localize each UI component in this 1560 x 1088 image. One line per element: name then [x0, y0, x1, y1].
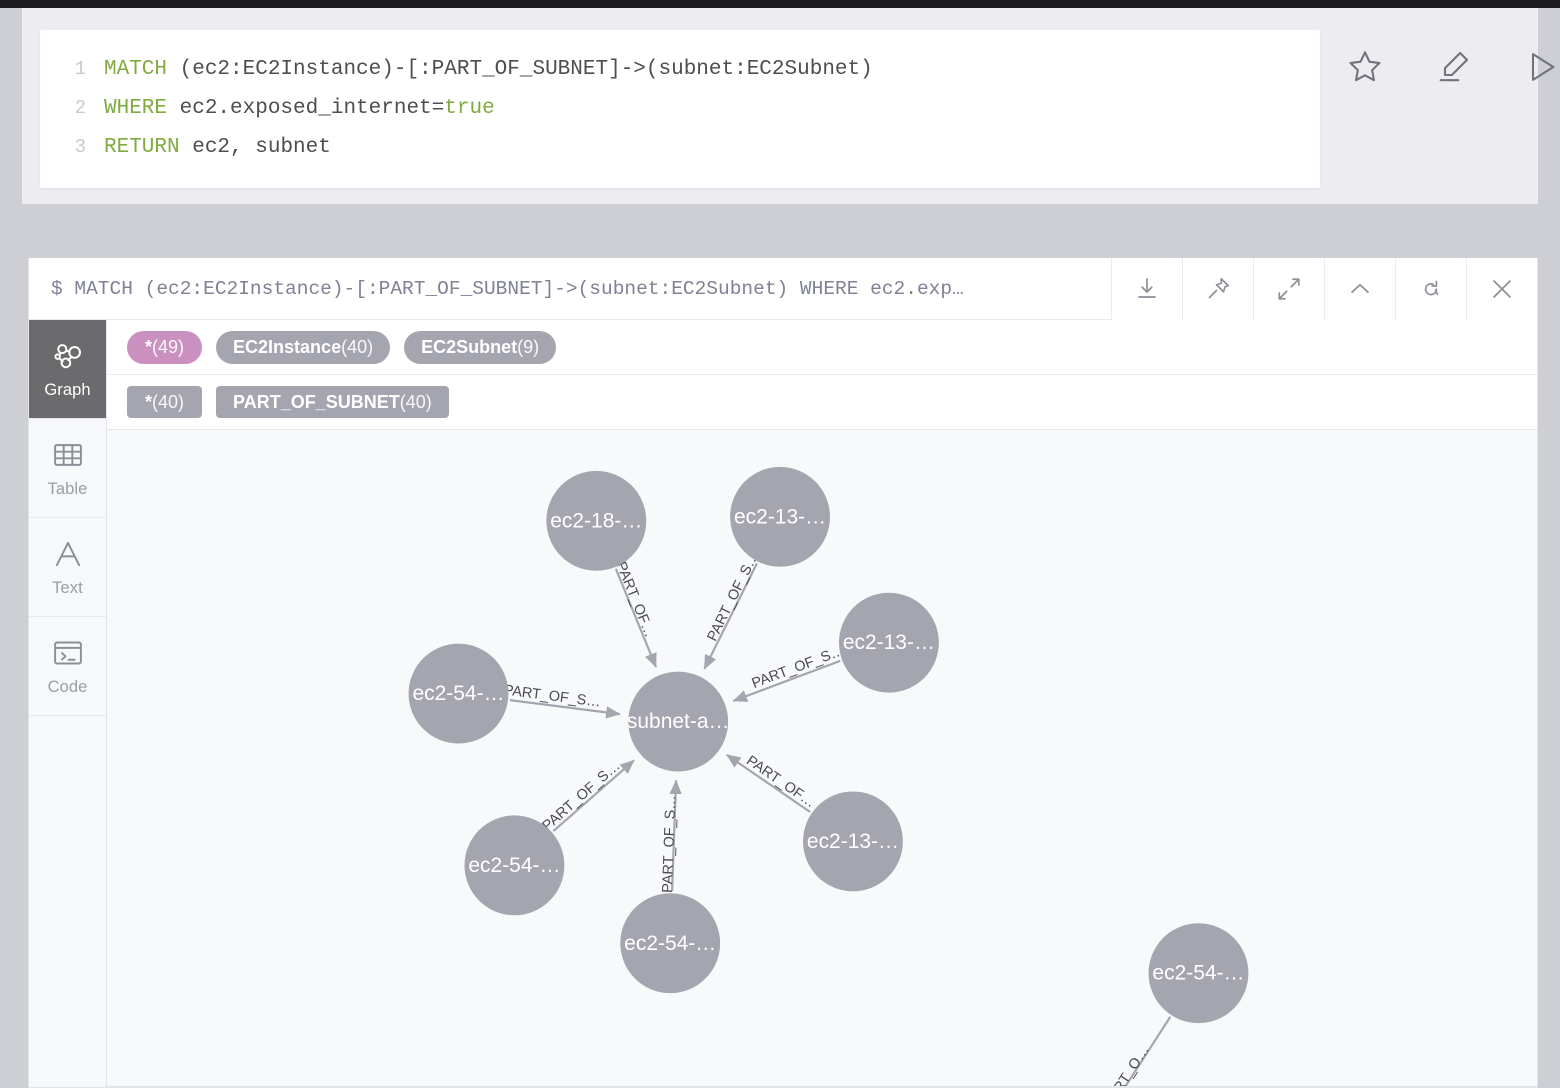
node-label-chip-*[interactable]: *(49) — [127, 331, 202, 364]
expand-icon[interactable] — [1253, 258, 1324, 320]
node-label-chip-ec2instance[interactable]: EC2Instance(40) — [216, 331, 390, 364]
graph-edge-label: RT_O… — [1111, 1043, 1153, 1086]
graph-node-label: subnet-a… — [627, 710, 730, 733]
table-icon — [50, 437, 86, 473]
graph-icon — [50, 338, 86, 374]
graph-node[interactable]: ec2-54-… — [1149, 923, 1249, 1023]
code-token-kw: WHERE — [104, 97, 167, 120]
code-token-text: ec2, subnet — [180, 136, 331, 159]
chip-name: PART_OF_SUBNET — [233, 392, 400, 413]
code-token-lit: true — [444, 97, 494, 120]
relationship-type-legend: *(40)PART_OF_SUBNET(40) — [107, 375, 1537, 430]
graph-node-label: ec2-18-… — [550, 509, 642, 532]
run-icon[interactable] — [1518, 44, 1560, 90]
query-editor-region: 1MATCH (ec2:EC2Instance)-[:PART_OF_SUBNE… — [22, 8, 1538, 204]
node-label-legend: *(49) EC2Instance(40) EC2Subnet(9) — [107, 320, 1537, 375]
graph-node-label: ec2-54-… — [468, 854, 560, 877]
code-token-text: (ec2:EC2Instance)-[:PART_OF_SUBNET]->(su… — [167, 58, 873, 81]
neo4j-browser-window: 1MATCH (ec2:EC2Instance)-[:PART_OF_SUBNE… — [0, 0, 1560, 1088]
graph-node[interactable]: ec2-54-… — [409, 644, 509, 744]
left-margin-strip — [0, 8, 22, 1088]
frame-query-title: $ MATCH (ec2:EC2Instance)-[:PART_OF_SUBN… — [29, 278, 1111, 300]
chevron-up-icon[interactable] — [1324, 258, 1395, 320]
line-number: 2 — [40, 89, 104, 128]
rel-type-chip-*[interactable]: *(40) — [127, 386, 202, 418]
chip-count: (49) — [152, 337, 184, 358]
code-line: 1MATCH (ec2:EC2Instance)-[:PART_OF_SUBNE… — [40, 50, 1320, 89]
result-frame: $ MATCH (ec2:EC2Instance)-[:PART_OF_SUBN… — [28, 258, 1538, 1088]
graph-node-label: ec2-54-… — [624, 932, 716, 955]
sidebar-item-label: Table — [48, 480, 88, 499]
code-line: 3RETURN ec2, subnet — [40, 128, 1320, 167]
frame-button-group — [1111, 258, 1537, 320]
chip-name: * — [145, 392, 152, 413]
query-editor-code[interactable]: 1MATCH (ec2:EC2Instance)-[:PART_OF_SUBNE… — [40, 30, 1320, 167]
code-token-kw: MATCH — [104, 58, 167, 81]
code-token-text: ec2.exposed_internet= — [167, 97, 444, 120]
code-line-text: WHERE ec2.exposed_internet=true — [104, 89, 495, 128]
graph-node-label: ec2-13-… — [807, 830, 899, 853]
code-icon — [50, 635, 86, 671]
graph-node[interactable]: subnet-a… — [627, 672, 730, 772]
query-editor-card[interactable]: 1MATCH (ec2:EC2Instance)-[:PART_OF_SUBNE… — [40, 30, 1320, 188]
chip-count: (40) — [152, 392, 184, 413]
graph-node[interactable]: ec2-13-… — [803, 791, 903, 891]
download-icon[interactable] — [1111, 258, 1182, 320]
graph-edge-label: PART_OF_S… — [750, 643, 847, 692]
sidebar-item-label: Code — [48, 678, 88, 697]
result-view-sidebar: Graph Table Text Code — [29, 320, 107, 1087]
graph-node-label: ec2-13-… — [734, 505, 826, 528]
sidebar-item-label: Graph — [44, 381, 90, 400]
line-number: 1 — [40, 50, 104, 89]
sidebar-item-graph[interactable]: Graph — [29, 320, 106, 419]
editor-frame-gap — [22, 204, 1538, 258]
graph-node-label: ec2-13-… — [843, 631, 935, 654]
graph-canvas[interactable]: PART_OF…PART_OF_S…PART_OF_S…PART_OF_S…PA… — [107, 430, 1537, 1087]
line-number: 3 — [40, 128, 104, 167]
chip-name: * — [145, 337, 152, 358]
graph-edge-label: PART_OF_S… — [660, 795, 679, 893]
graph-edge-label: PART_OF… — [743, 753, 818, 811]
graph-node[interactable]: ec2-18-… — [546, 471, 646, 571]
close-icon[interactable] — [1466, 258, 1537, 320]
node-label-chip-ec2subnet[interactable]: EC2Subnet(9) — [404, 331, 556, 364]
rel-type-chip-part_of_subnet[interactable]: PART_OF_SUBNET(40) — [216, 386, 449, 418]
result-frame-header: $ MATCH (ec2:EC2Instance)-[:PART_OF_SUBN… — [29, 258, 1537, 320]
code-token-kw: RETURN — [104, 136, 180, 159]
graph-node[interactable]: ec2-13-… — [839, 593, 939, 693]
result-frame-body: GraphTableTextCode *(49)EC2Instance(40)E… — [29, 320, 1537, 1087]
code-line: 2WHERE ec2.exposed_internet=true — [40, 89, 1320, 128]
code-line-text: MATCH (ec2:EC2Instance)-[:PART_OF_SUBNET… — [104, 50, 873, 89]
text-icon — [50, 536, 86, 572]
sidebar-item-table[interactable]: Table — [29, 419, 106, 518]
graph-view: *(49)EC2Instance(40)EC2Subnet(9) *(40)PA… — [107, 320, 1537, 1087]
window-top-bar — [0, 0, 1560, 8]
favorite-icon[interactable] — [1342, 44, 1388, 90]
chip-count: (9) — [517, 337, 539, 358]
sidebar-item-code[interactable]: Code — [29, 617, 106, 716]
graph-edge-label: PART_OF… — [612, 560, 657, 640]
graph-node[interactable]: ec2-13-… — [730, 467, 830, 567]
clear-icon[interactable] — [1430, 44, 1476, 90]
chip-count: (40) — [400, 392, 432, 413]
refresh-icon[interactable] — [1395, 258, 1466, 320]
editor-action-bar — [1342, 44, 1560, 90]
right-margin-strip — [1538, 8, 1560, 1088]
pin-icon[interactable] — [1182, 258, 1253, 320]
graph-svg[interactable]: PART_OF…PART_OF_S…PART_OF_S…PART_OF_S…PA… — [107, 430, 1537, 1086]
chip-name: EC2Subnet — [421, 337, 517, 358]
chip-count: (40) — [341, 337, 373, 358]
graph-edge-label: PART_OF_S… — [705, 549, 763, 643]
graph-node-label: ec2-54-… — [412, 682, 504, 705]
chip-name: EC2Instance — [233, 337, 341, 358]
graph-node-label: ec2-54-… — [1152, 962, 1244, 985]
code-line-text: RETURN ec2, subnet — [104, 128, 331, 167]
graph-node[interactable]: ec2-54-… — [620, 893, 720, 993]
graph-edge-label: PART_OF_S… — [539, 758, 623, 834]
graph-nodes[interactable]: subnet-a… ec2-18-… ec2-13-… ec2-13-… ec2-54-… — [409, 467, 1249, 1023]
sidebar-item-label: Text — [52, 579, 83, 598]
graph-node[interactable]: ec2-54-… — [465, 815, 565, 915]
sidebar-item-text[interactable]: Text — [29, 518, 106, 617]
